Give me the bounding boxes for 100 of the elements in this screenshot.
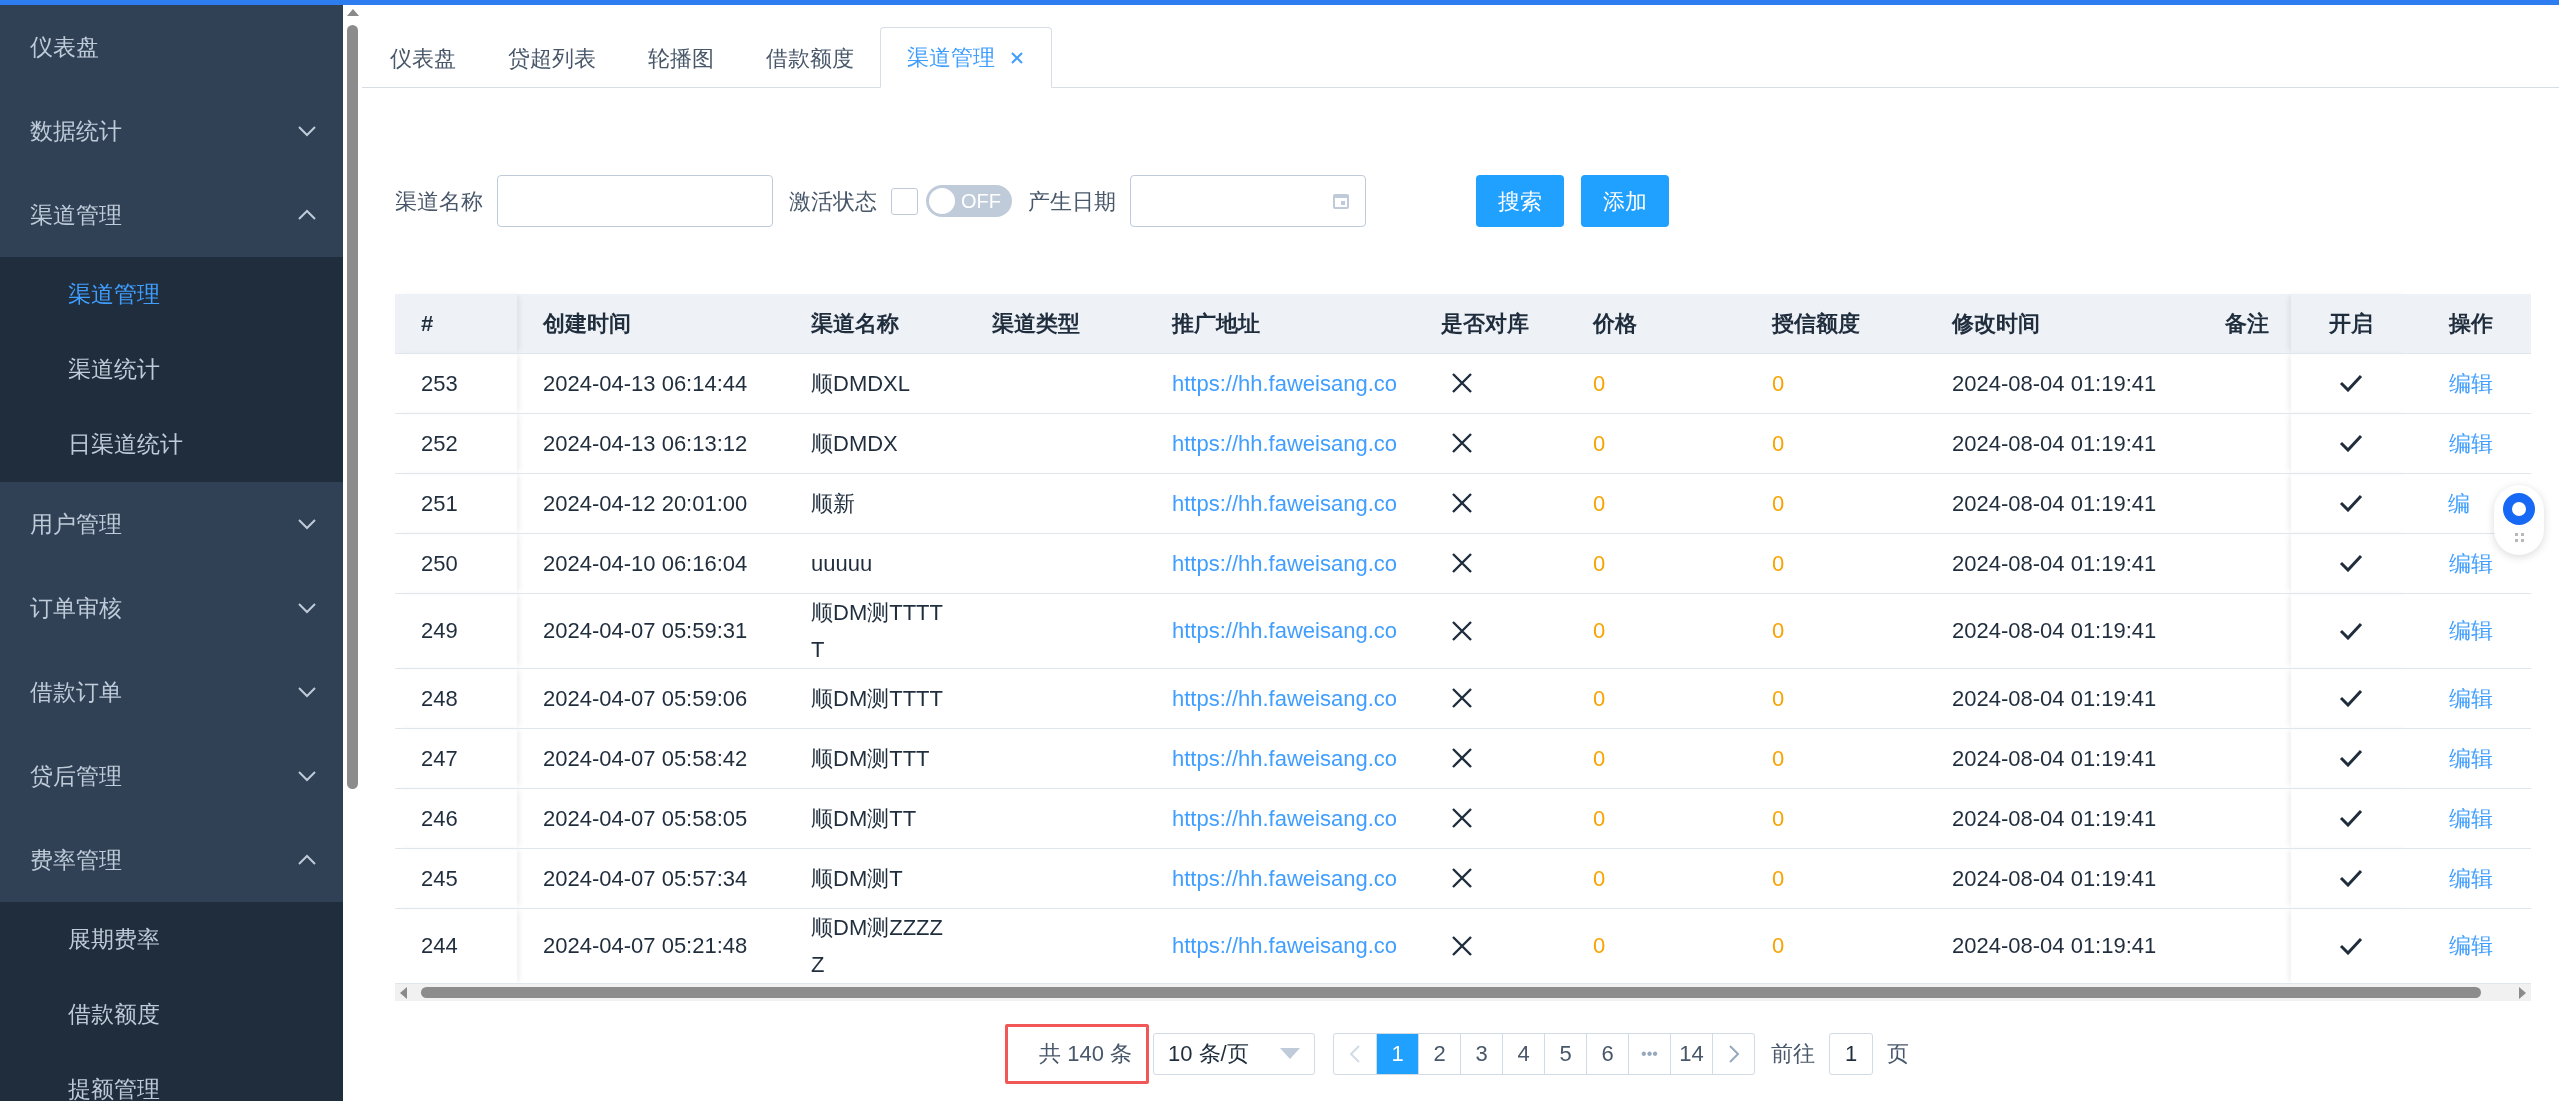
page-button[interactable]: 14 [1670,1033,1712,1074]
tab[interactable]: 渠道管理 [880,27,1052,88]
table-cell: 0 [1577,413,1756,473]
column-header: 是否对库 [1425,294,1577,353]
table-cell: 0 [1577,728,1756,788]
chevron-right-icon [1727,1043,1740,1064]
table-cell: 2024-04-07 05:57:34 [517,848,795,908]
link[interactable]: https://hh.faweisang.co [1172,490,1398,516]
menu-item[interactable]: 订单审核 [0,566,343,650]
tab[interactable]: 借款额度 [740,28,880,89]
table-cell: 250 [395,533,517,593]
chevron-icon [297,686,317,698]
field-label: 激活状态 [789,187,877,216]
table-cell: 2024-04-07 05:59:31 [517,593,795,668]
table-cell: 0 [1756,908,1936,983]
menu-item[interactable]: 借款订单 [0,650,343,734]
menu-item[interactable]: 数据统计 [0,89,343,173]
chevron-icon [297,125,317,137]
link[interactable]: https://hh.faweisang.co [1172,370,1398,396]
table-cell: 2024-08-04 01:19:41 [1936,788,2200,848]
table-cell: 0 [1756,788,1936,848]
caret-icon [1280,1047,1300,1060]
checkbox[interactable] [891,187,918,215]
page-button[interactable]: 5 [1544,1033,1586,1074]
submenu-item[interactable]: 日渠道统计 [0,407,343,482]
menu-item[interactable]: 费率管理 [0,818,343,902]
link[interactable]: https://hh.faweisang.co [1172,618,1398,643]
link[interactable]: https://hh.faweisang.co [1172,933,1398,958]
chevron-left-icon [1349,1043,1361,1064]
button[interactable]: 添加 [1581,175,1669,227]
tab[interactable]: 仪表盘 [364,28,482,89]
table-cell: 0 [1577,668,1756,728]
table-cell: 2024-04-13 06:14:44 [517,353,795,413]
table-cell-text: 顺DMDXL [811,369,911,398]
link[interactable]: https://hh.faweisang.co [1172,865,1398,891]
close-icon [1009,49,1025,66]
link[interactable]: https://hh.faweisang.co [1172,685,1398,711]
floating-button[interactable] [2494,485,2544,555]
submenu-item[interactable]: 渠道统计 [0,332,343,407]
link[interactable]: 编辑 [2448,933,2493,958]
link[interactable]: https://hh.faweisang.co [1172,430,1398,456]
table-cell: 2024-04-07 05:59:06 [517,668,795,728]
page-button[interactable]: 1 [1376,1033,1418,1074]
table-cell: 246 [395,788,517,848]
link[interactable]: https://hh.faweisang.co [1172,745,1398,771]
column-header: 渠道类型 [976,294,1156,353]
table-cell-text: 顺DM测TTT [811,744,931,773]
table-cell: 2024-04-13 06:13:12 [517,413,795,473]
table-cell: 2024-08-04 01:19:41 [1936,353,2200,413]
table-cell: 0 [1577,353,1756,413]
page-button[interactable]: 2 [1418,1033,1460,1074]
table-cell: 252 [395,413,517,473]
page-button[interactable]: 3 [1460,1033,1502,1074]
menu-item[interactable]: 贷后管理 [0,734,343,818]
table-cell: 0 [1577,788,1756,848]
table-cell: 0 [1756,848,1936,908]
table-cell: 248 [395,668,517,728]
tab[interactable]: 轮播图 [622,28,740,89]
button[interactable]: 搜索 [1476,175,1564,227]
submenu-item[interactable]: 借款额度 [0,977,343,1052]
table-cell: 247 [395,728,517,788]
link[interactable]: 编辑 [2448,805,2493,831]
link[interactable]: 编辑 [2448,430,2493,456]
table-cell-text: 顺DM测ZZZZZ [811,913,944,979]
link[interactable]: 编辑 [2448,865,2493,891]
table-cell: 251 [395,473,517,533]
column-header: 操作 [2410,294,2531,353]
menu-item[interactable]: 仪表盘 [0,5,343,89]
page-button[interactable]: 6 [1586,1033,1628,1074]
chevron-icon [297,602,317,614]
date-field[interactable] [1130,175,1366,227]
page-suffix: 页 [1887,1040,1909,1068]
menu-item[interactable]: 渠道管理 [0,173,343,257]
link[interactable]: 编辑 [2448,550,2493,576]
link[interactable]: 编辑 [2448,685,2493,711]
page-size-select[interactable]: 10 条/页 [1153,1032,1315,1075]
tab[interactable]: 贷超列表 [482,28,622,89]
table-cell: 2024-04-12 20:01:00 [517,473,795,533]
table-cell: 0 [1577,473,1756,533]
page-input[interactable]: 1 [1829,1032,1873,1075]
link[interactable]: 编辑 [2448,618,2493,643]
table-cell: 0 [1577,593,1756,668]
menu-item[interactable]: 用户管理 [0,482,343,566]
link[interactable]: 编 [2447,490,2470,516]
link[interactable]: https://hh.faweisang.co [1172,550,1398,576]
submenu-item[interactable]: 展期费率 [0,902,343,977]
table-cell: 0 [1756,593,1936,668]
table-cell: 2024-08-04 01:19:41 [1936,668,2200,728]
submenu-item[interactable]: 提额管理 [0,1052,343,1101]
link[interactable]: 编辑 [2448,370,2493,396]
table-cell-text: 顺DM测T [811,864,904,893]
chevron-icon [297,209,317,221]
table-cell: 0 [1756,473,1936,533]
input-field[interactable] [497,175,773,227]
column-header: 推广地址 [1156,294,1425,353]
link[interactable]: https://hh.faweisang.co [1172,805,1398,831]
submenu-item[interactable]: 渠道管理 [0,257,343,332]
page-button[interactable]: 4 [1502,1033,1544,1074]
link[interactable]: 编辑 [2448,745,2493,771]
column-header: 价格 [1577,294,1756,353]
